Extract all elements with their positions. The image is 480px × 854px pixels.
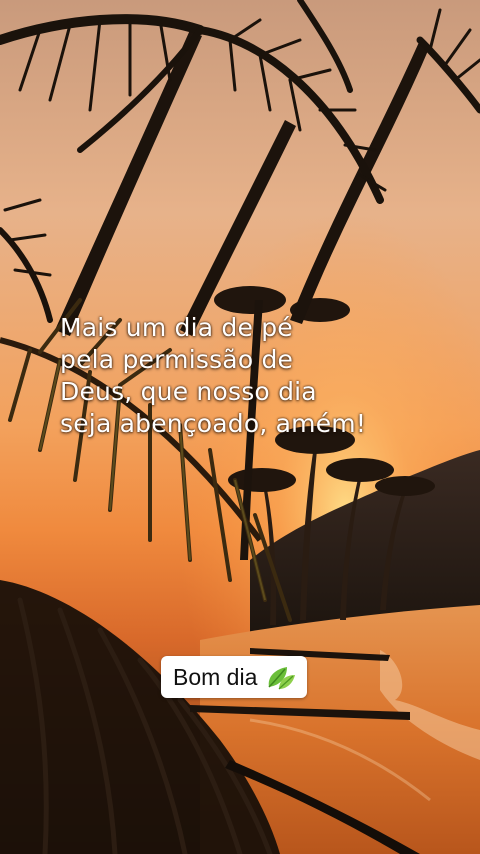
leaves-icon bbox=[268, 667, 296, 690]
quote-line: Deus, que nosso dia bbox=[60, 377, 317, 406]
quote-line: seja abençoado, amém! bbox=[60, 409, 367, 438]
quote-line: Mais um dia de pé bbox=[60, 313, 293, 342]
story-scene: Mais um dia de pé pela permissão de Deus… bbox=[0, 0, 480, 854]
quote-text: Mais um dia de pé pela permissão de Deus… bbox=[60, 312, 470, 440]
quote-line: pela permissão de bbox=[60, 345, 294, 374]
bom-dia-sticker[interactable]: Bom dia bbox=[161, 656, 308, 698]
sticker-label: Bom dia bbox=[173, 663, 258, 690]
